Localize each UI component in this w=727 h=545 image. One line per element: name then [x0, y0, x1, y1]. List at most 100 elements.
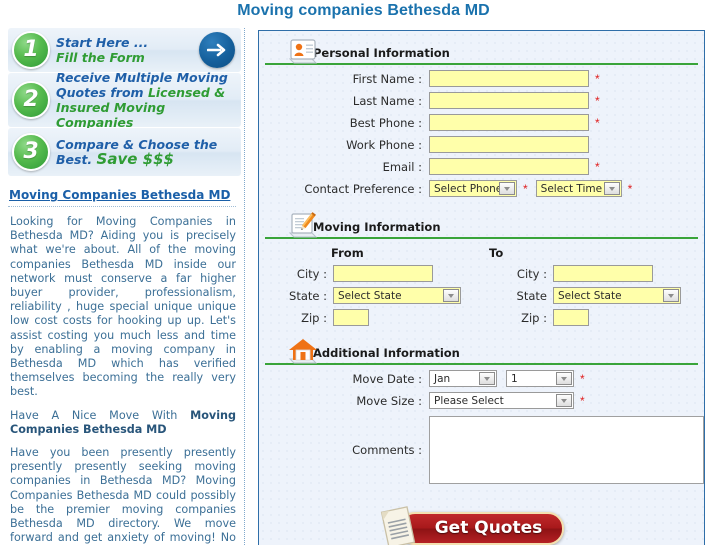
- required-marker-email: *: [595, 159, 600, 174]
- from-to-subheaders: From To: [259, 246, 704, 260]
- get-quotes-button[interactable]: Get Quotes: [380, 506, 565, 545]
- move-size-select[interactable]: Please Select: [429, 392, 574, 409]
- from-state-value: Select State: [338, 289, 402, 302]
- last-name-input[interactable]: [429, 92, 589, 109]
- step-text-1: Start Here ... Fill the Form: [56, 35, 148, 65]
- to-state-select[interactable]: Select State: [553, 287, 681, 304]
- step-number-badge-2: 2: [12, 81, 50, 119]
- to-city-group: City :: [491, 265, 653, 282]
- move-date-day-select[interactable]: 1: [506, 370, 574, 387]
- step-number-badge-3: 3: [12, 133, 50, 171]
- label-contact-preference: Contact Preference :: [304, 181, 422, 196]
- field-row-best-phone: Best Phone : *: [259, 114, 704, 131]
- contact-preference-time-select[interactable]: Select Time: [535, 180, 622, 197]
- move-date-day-value: 1: [511, 372, 518, 385]
- required-marker-contact-time: *: [627, 181, 633, 196]
- label-work-phone: Work Phone :: [346, 137, 422, 152]
- step-1-line-1: Start Here ...: [56, 35, 149, 50]
- chevron-down-icon: [499, 182, 515, 195]
- from-state-select[interactable]: Select State: [333, 287, 461, 304]
- house-icon: [287, 337, 319, 367]
- from-state-group: State : Select State: [271, 287, 491, 304]
- contact-preference-time-value: Select Time: [540, 182, 603, 195]
- subheader-to: To: [489, 246, 504, 260]
- to-zip-input[interactable]: [553, 309, 589, 326]
- sidebar-paragraph-1: Looking for Moving Companies in Bethesda…: [10, 215, 236, 399]
- label-from-zip: Zip :: [301, 310, 327, 325]
- label-from-city: City :: [296, 266, 327, 281]
- step-text-2: Receive Multiple Moving Quotes from Lice…: [56, 70, 237, 130]
- section-title-personal-information: Personal Information: [313, 46, 450, 60]
- comments-textarea[interactable]: [429, 416, 704, 484]
- required-marker-last-name: *: [595, 93, 600, 108]
- from-city-input[interactable]: [333, 265, 433, 282]
- email-input[interactable]: [429, 158, 589, 175]
- arrow-right-icon[interactable]: [199, 32, 235, 68]
- move-date-month-select[interactable]: Jan: [429, 370, 497, 387]
- label-to-city: City :: [516, 266, 547, 281]
- work-phone-input[interactable]: [429, 136, 589, 153]
- step-1-line-2: Fill the Form: [56, 50, 145, 65]
- contact-preference-phone-value: Select Phone: [434, 182, 503, 195]
- step-number-badge-1: 1: [12, 31, 50, 69]
- required-marker-best-phone: *: [595, 115, 600, 130]
- label-from-state: State :: [289, 288, 327, 303]
- field-row-work-phone: Work Phone :: [259, 136, 704, 153]
- pencil-notepad-icon: [287, 211, 319, 241]
- field-row-contact-preference: Contact Preference : Select Phone * Sele…: [259, 180, 704, 197]
- to-zip-group: Zip :: [491, 309, 589, 326]
- label-email: Email :: [382, 159, 422, 174]
- field-row-comments: Comments :: [259, 416, 704, 484]
- label-best-phone: Best Phone :: [349, 115, 422, 130]
- label-comments: Comments :: [352, 443, 422, 457]
- to-city-input[interactable]: [553, 265, 653, 282]
- field-row-city: City : City :: [259, 265, 704, 282]
- step-3-line-2: Best. Save $$$: [56, 150, 217, 168]
- step-2-line-2-blue: Quotes from: [56, 85, 148, 100]
- field-row-state: State : Select State State Select State: [259, 287, 704, 304]
- first-name-input[interactable]: [429, 70, 589, 87]
- from-zip-input[interactable]: [333, 309, 369, 326]
- label-to-state: State: [516, 288, 547, 303]
- from-city-group: City :: [271, 265, 491, 282]
- page-title: Moving companies Bethesda MD: [237, 2, 490, 19]
- sidebar-heading-2-plain: Have A Nice Move With: [10, 408, 191, 422]
- step-item-3: 3 Compare & Choose the Best. Save $$$: [8, 128, 241, 176]
- step-3-line-2-green: Save $$$: [96, 150, 174, 168]
- step-2-line-1: Receive Multiple Moving: [56, 70, 228, 85]
- required-marker-contact-phone: *: [523, 181, 528, 196]
- sidebar-keyword-link[interactable]: Moving Companies Bethesda MD: [9, 188, 238, 202]
- step-2-line-3: Insured Moving Companies: [56, 100, 166, 130]
- required-marker-first-name: *: [595, 71, 600, 86]
- sidebar-heading-2: Have A Nice Move With Moving Companies B…: [10, 409, 236, 437]
- section-header-personal-information: Personal Information: [265, 39, 698, 65]
- contact-card-icon: [287, 37, 319, 67]
- submit-area: Get Quotes: [259, 491, 704, 545]
- move-size-value: Please Select: [434, 394, 504, 407]
- chevron-down-icon: [443, 289, 459, 302]
- chevron-down-icon: [556, 372, 572, 385]
- from-zip-group: Zip :: [271, 309, 491, 326]
- chevron-down-icon: [663, 289, 679, 302]
- contact-preference-phone-select[interactable]: Select Phone: [429, 180, 517, 197]
- steps-list: 1 Start Here ... Fill the Form 2 Receive…: [8, 28, 241, 176]
- page-root: Moving companies Bethesda MD 1 Start Her…: [0, 0, 727, 545]
- label-move-date: Move Date :: [352, 371, 422, 386]
- sidebar: 1 Start Here ... Fill the Form 2 Receive…: [0, 28, 245, 545]
- quote-form-panel: Personal Information First Name : * Last…: [258, 30, 705, 545]
- step-text-3: Compare & Choose the Best. Save $$$: [56, 137, 217, 167]
- label-first-name: First Name :: [352, 71, 422, 86]
- field-row-zip: Zip : Zip :: [259, 309, 704, 326]
- sidebar-divider: [8, 206, 236, 207]
- field-row-last-name: Last Name : *: [259, 92, 704, 109]
- label-last-name: Last Name :: [352, 93, 422, 108]
- step-item-1: 1 Start Here ... Fill the Form: [8, 28, 241, 72]
- chevron-down-icon: [556, 394, 572, 407]
- field-row-first-name: First Name : *: [259, 70, 704, 87]
- best-phone-input[interactable]: [429, 114, 589, 131]
- chevron-down-icon: [603, 182, 620, 195]
- field-row-email: Email : *: [259, 158, 704, 175]
- to-state-group: State Select State: [491, 287, 681, 304]
- move-date-month-value: Jan: [434, 372, 451, 385]
- step-2-line-2-green: Licensed &: [147, 85, 226, 100]
